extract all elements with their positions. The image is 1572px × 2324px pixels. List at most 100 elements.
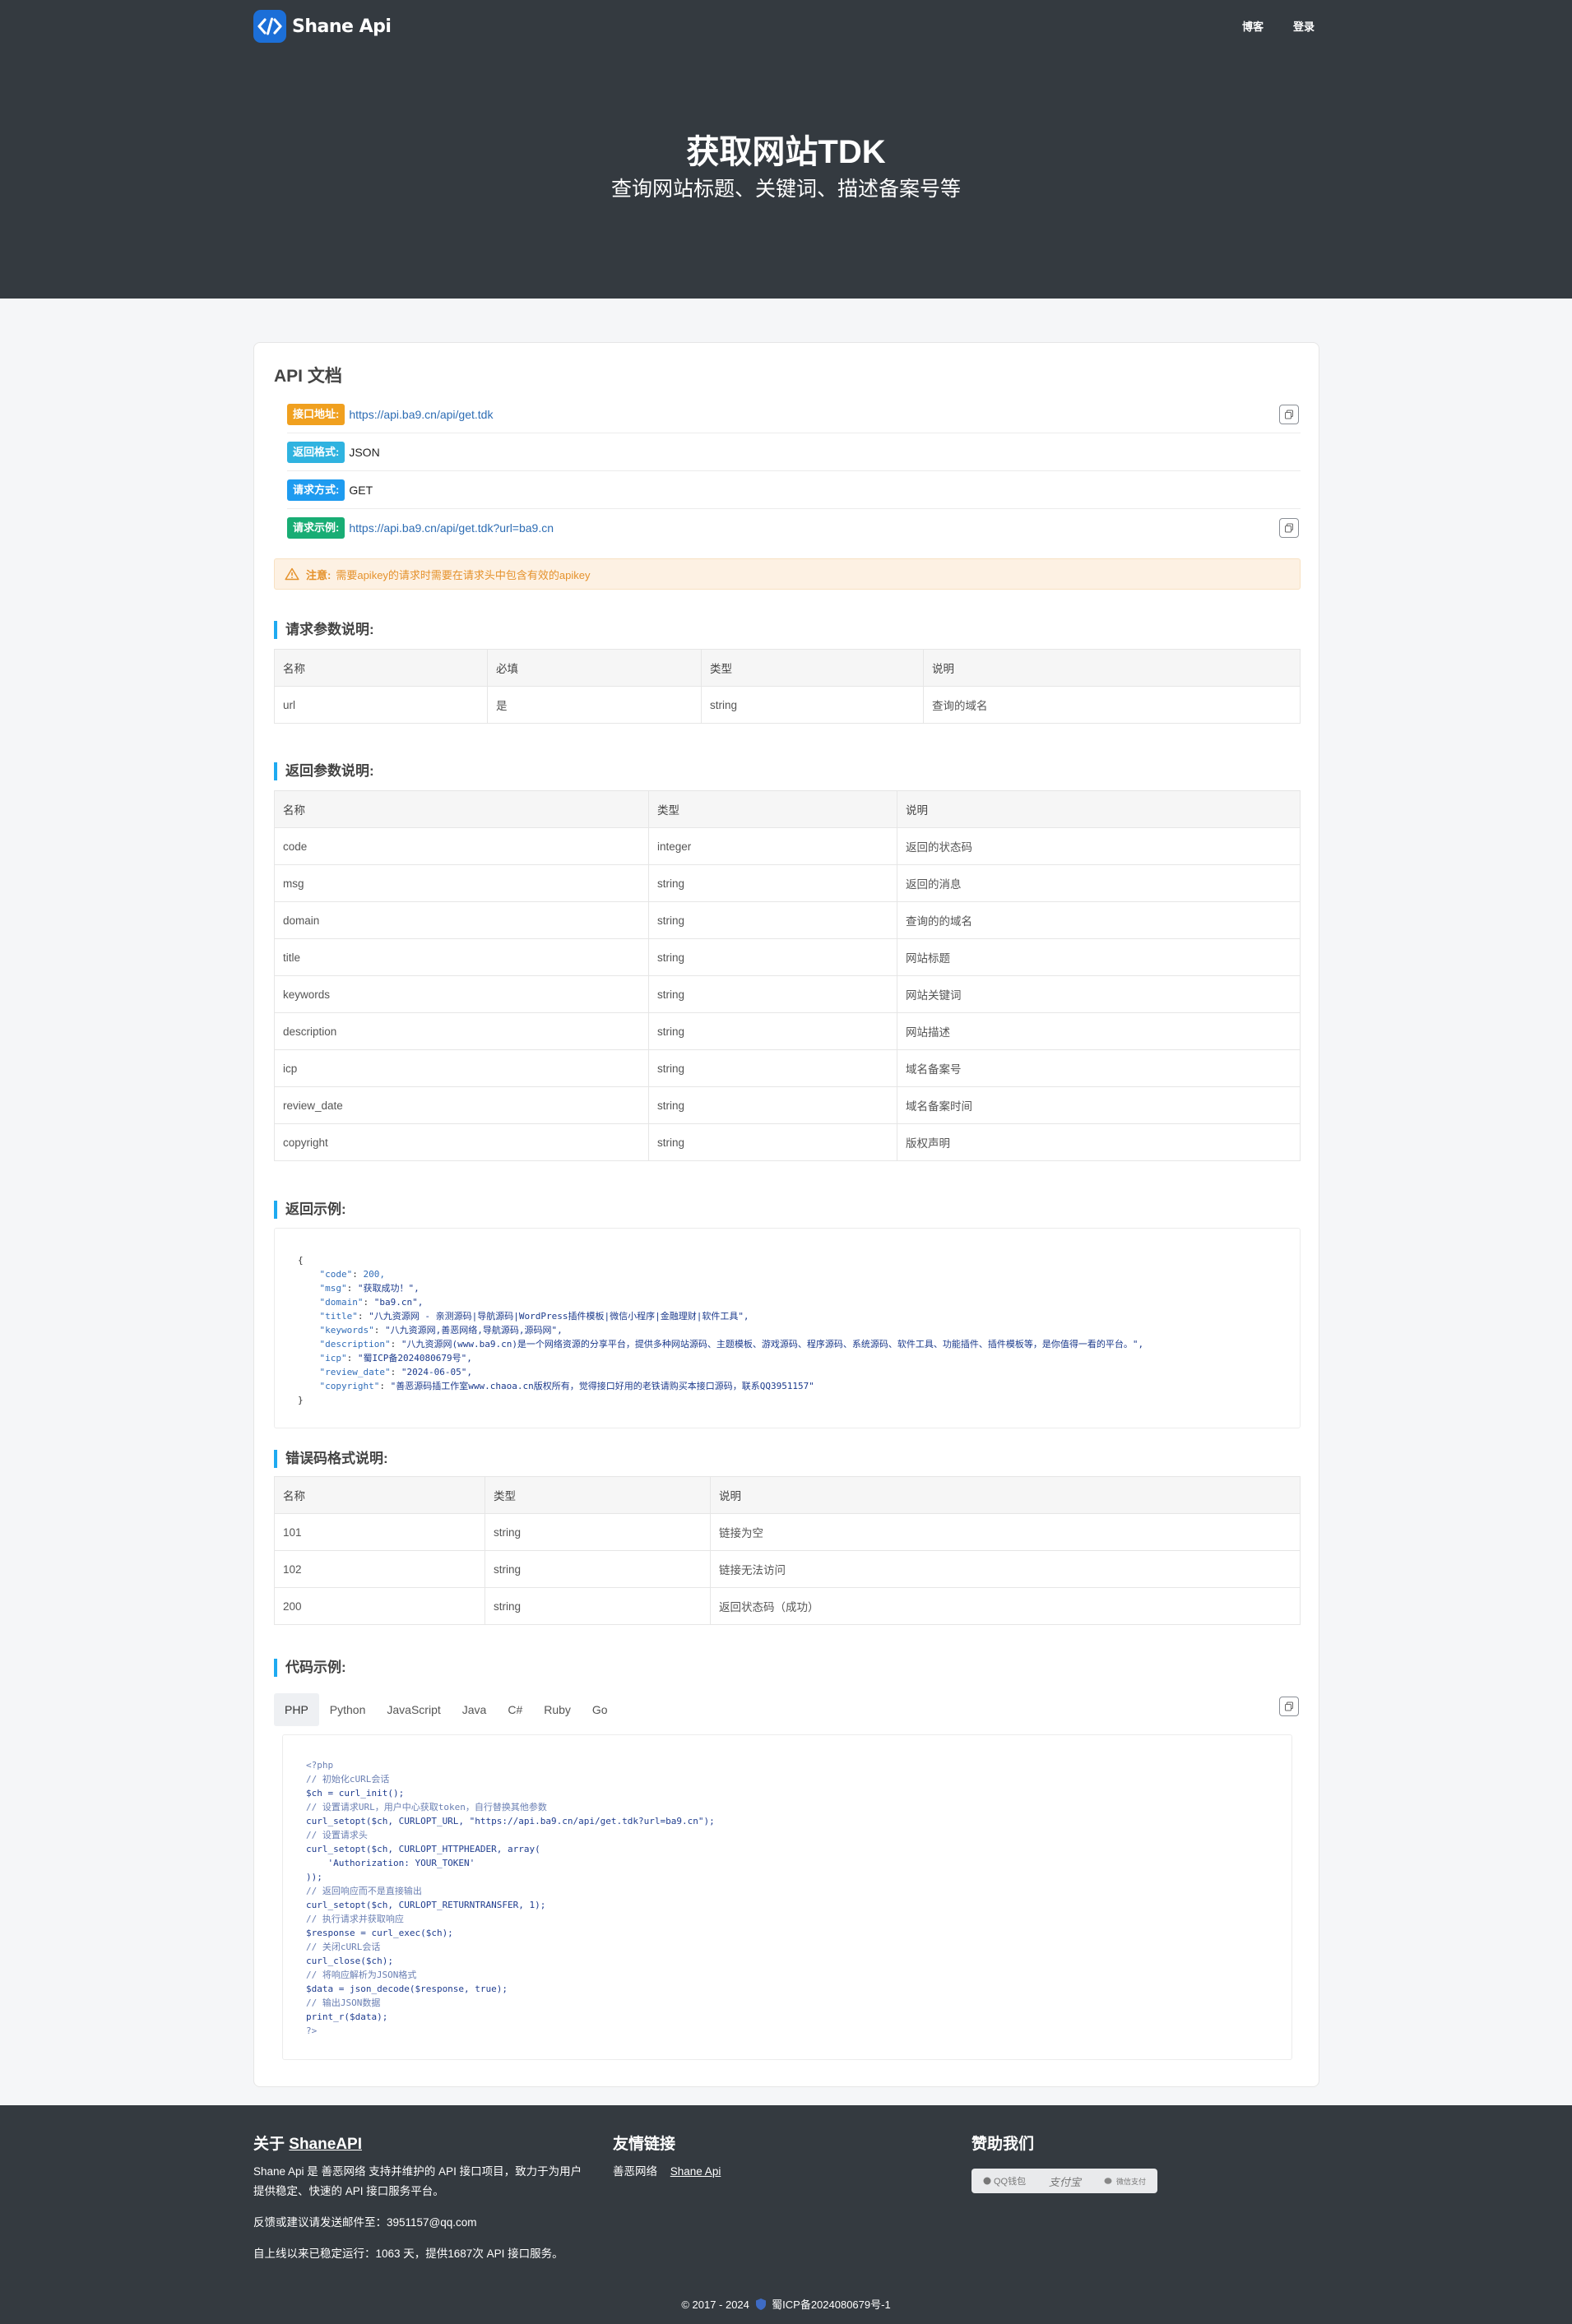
- notice-text: 需要apikey的请求时需要在请求头中包含有效的apikey: [336, 568, 591, 581]
- example-badge: 请求示例:: [287, 517, 345, 539]
- table-header: 名称: [274, 1476, 485, 1514]
- response-params-table: 名称 类型 说明 code integer 返回的状态码 msg string 返回的消…: [274, 790, 1301, 1161]
- table-cell: string: [648, 938, 897, 976]
- endpoint-badge: 接口地址:: [287, 403, 345, 425]
- code-examples-title: 代码示例:: [274, 1659, 346, 1677]
- table-cell: string: [648, 1012, 897, 1050]
- table-cell: 查询的的域名: [897, 901, 1301, 939]
- navbar: Shane Api 博客 登录: [0, 0, 1572, 53]
- example-title: 返回示例:: [274, 1201, 346, 1219]
- table-cell: 网站关键词: [897, 975, 1301, 1013]
- table-cell: 链接无法访问: [710, 1550, 1301, 1588]
- tab-java[interactable]: Java: [452, 1693, 498, 1726]
- copy-icon: [1285, 523, 1293, 533]
- format-badge: 返回格式:: [287, 441, 345, 463]
- table-header: 名称: [274, 790, 649, 828]
- brand[interactable]: Shane Api: [253, 10, 392, 43]
- icp-link[interactable]: 蜀ICP备2024080679号-1: [772, 2299, 891, 2311]
- table-cell: 是: [487, 686, 702, 724]
- page-subtitle: 查询网站标题、关键词、描述备案号等: [610, 178, 961, 201]
- table-cell: string: [648, 864, 897, 902]
- table-row: review_date string 域名备案时间: [274, 1086, 1301, 1124]
- copy-code-button[interactable]: [1279, 1697, 1299, 1716]
- nav-links: 博客 登录: [1242, 18, 1346, 34]
- response-example-box: { "code": 200, "msg": "获取成功！", "domain":…: [274, 1228, 1301, 1428]
- table-cell: 版权声明: [897, 1123, 1301, 1161]
- table-cell: copyright: [274, 1123, 649, 1161]
- table-header: 必填: [487, 649, 702, 687]
- info-row-method: 请求方式: GET: [287, 471, 1301, 509]
- table-cell: string: [648, 1086, 897, 1124]
- copy-endpoint-button[interactable]: [1279, 404, 1299, 424]
- friend-link[interactable]: 善恶网络: [613, 2165, 657, 2178]
- table-row: description string 网站描述: [274, 1012, 1301, 1050]
- table-cell: icp: [274, 1049, 649, 1087]
- table-row: icp string 域名备案号: [274, 1049, 1301, 1087]
- wechat-pay-button[interactable]: 微信支付: [1104, 2176, 1146, 2187]
- nav-blog-link[interactable]: 博客: [1242, 18, 1295, 34]
- table-row: copyright string 版权声明: [274, 1123, 1301, 1161]
- tab-javascript[interactable]: JavaScript: [376, 1693, 451, 1726]
- table-cell: 网站标题: [897, 938, 1301, 976]
- table-header-row: 名称 类型 说明: [274, 790, 1301, 828]
- method-value: GET: [349, 483, 373, 497]
- table-cell: review_date: [274, 1086, 649, 1124]
- table-cell: msg: [274, 864, 649, 902]
- error-codes-table: 名称 类型 说明 101 string 链接为空 102 string 链接无法访问 2…: [274, 1476, 1301, 1625]
- code-example-box: <?php // 初始化cURL会话 $ch = curl_init(); //…: [282, 1734, 1292, 2060]
- notice-label: 注意:: [306, 568, 332, 581]
- friend-link[interactable]: Shane Api: [670, 2165, 721, 2178]
- info-row-endpoint: 接口地址: https://api.ba9.cn/api/get.tdk: [287, 396, 1301, 433]
- table-row: keywords string 网站关键词: [274, 975, 1301, 1013]
- table-header: 类型: [701, 649, 924, 687]
- table-cell: 域名备案时间: [897, 1086, 1301, 1124]
- table-cell: 域名备案号: [897, 1049, 1301, 1087]
- sponsor-buttons: QQ钱包 支付宝 微信支付: [971, 2169, 1157, 2193]
- table-cell: string: [485, 1513, 711, 1551]
- table-header: 名称: [274, 649, 488, 687]
- format-value: JSON: [349, 445, 380, 459]
- table-cell: description: [274, 1012, 649, 1050]
- request-params-table: 名称 必填 类型 说明 url 是 string 查询的域名: [274, 649, 1301, 724]
- table-row: code integer 返回的状态码: [274, 827, 1301, 865]
- card-title: API 文档: [274, 367, 342, 386]
- table-cell: code: [274, 827, 649, 865]
- table-header-row: 名称 类型 说明: [274, 1476, 1301, 1514]
- table-cell: title: [274, 938, 649, 976]
- example-url[interactable]: https://api.ba9.cn/api/get.tdk?url=ba9.c…: [349, 521, 554, 535]
- tab-python[interactable]: Python: [319, 1693, 377, 1726]
- table-cell: keywords: [274, 975, 649, 1013]
- footer-links-title: 友情链接: [613, 2136, 676, 2153]
- endpoint-url[interactable]: https://api.ba9.cn/api/get.tdk: [349, 408, 493, 421]
- copy-example-button[interactable]: [1279, 518, 1299, 538]
- nav-login-link[interactable]: 登录: [1293, 18, 1346, 34]
- brand-name: Shane Api: [292, 16, 392, 37]
- table-cell: string: [648, 975, 897, 1013]
- method-badge: 请求方式:: [287, 479, 345, 501]
- footer-feedback: 反馈或建议请发送邮件至：3951157@qq.com: [253, 2216, 477, 2229]
- qq-wallet-button[interactable]: QQ钱包: [983, 2174, 1026, 2187]
- tab-php[interactable]: PHP: [274, 1693, 319, 1726]
- table-cell: 返回的状态码: [897, 827, 1301, 865]
- table-cell: string: [485, 1550, 711, 1588]
- table-cell: 返回的消息: [897, 864, 1301, 902]
- table-row: url 是 string 查询的域名: [274, 686, 1301, 724]
- php-code: <?php // 初始化cURL会话 $ch = curl_init(); //…: [306, 1760, 715, 2036]
- notice-alert: 注意: 需要apikey的请求时需要在请求头中包含有效的apikey: [274, 558, 1301, 590]
- footer-sponsor: 赞助我们 QQ钱包 支付宝 微信支付: [971, 2132, 1157, 2193]
- copy-icon: [1285, 410, 1293, 419]
- table-cell: string: [701, 686, 924, 724]
- language-tabs: PHP Python JavaScript Java C# Ruby Go: [274, 1693, 619, 1726]
- copy-icon: [1285, 1701, 1293, 1711]
- table-cell: 网站描述: [897, 1012, 1301, 1050]
- tab-csharp[interactable]: C#: [497, 1693, 533, 1726]
- footer-about-title: 关于 ShaneAPI: [253, 2136, 362, 2153]
- tab-ruby[interactable]: Ruby: [533, 1693, 582, 1726]
- tab-go[interactable]: Go: [582, 1693, 619, 1726]
- table-row: title string 网站标题: [274, 938, 1301, 976]
- table-cell: string: [648, 1123, 897, 1161]
- response-params-title: 返回参数说明:: [274, 762, 374, 780]
- alipay-button[interactable]: 支付宝: [1049, 2174, 1081, 2189]
- table-row: 101 string 链接为空: [274, 1513, 1301, 1551]
- warning-icon: [285, 567, 299, 581]
